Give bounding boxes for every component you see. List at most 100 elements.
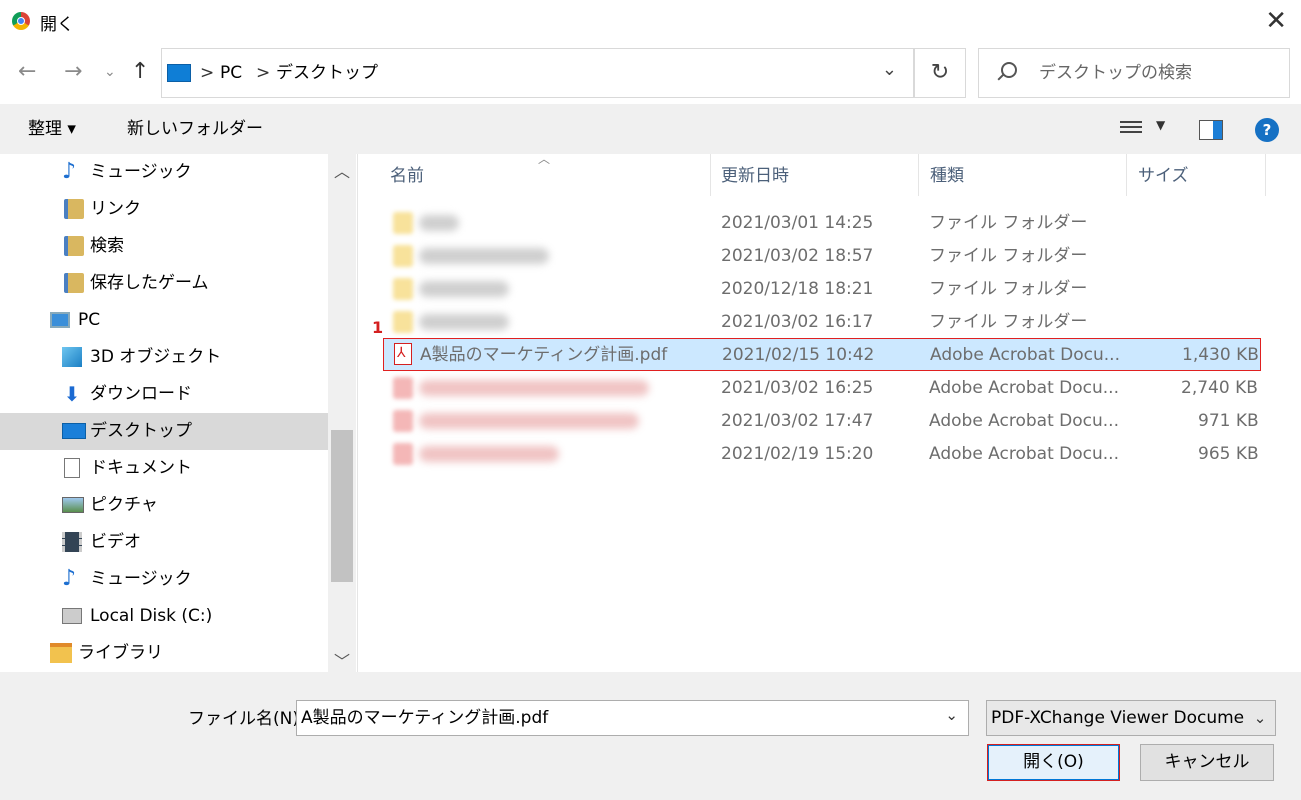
breadcrumb-desktop[interactable]: デスクトップ <box>276 61 378 85</box>
table-row[interactable]: 2021/03/01 14:25 ファイル フォルダー <box>383 207 1261 240</box>
row-type: Adobe Acrobat Docu... <box>929 378 1119 398</box>
caret-down-icon[interactable]: ▼ <box>1156 118 1165 132</box>
forward-arrow-icon[interactable]: → <box>64 58 82 86</box>
music-icon: ♪ <box>62 566 77 591</box>
recent-locations-chevron-icon[interactable]: ⌄ <box>104 58 116 86</box>
blurred-name <box>419 413 639 429</box>
sidebar-item-saved-games[interactable]: 保存したゲーム <box>0 265 328 302</box>
sidebar-scrollbar[interactable]: ︿ ﹀ <box>328 154 356 672</box>
table-row-selected[interactable]: A製品のマーケティング計画.pdf 2021/02/15 10:42 Adobe… <box>383 338 1261 371</box>
row-date: 2021/02/15 10:42 <box>722 345 875 365</box>
row-type: Adobe Acrobat Docu... <box>929 444 1119 464</box>
step-marker: 1 <box>372 318 384 337</box>
back-arrow-icon[interactable]: ← <box>18 58 36 86</box>
sidebar-item-label: PC <box>78 310 101 330</box>
row-type: ファイル フォルダー <box>929 279 1088 299</box>
sidebar-item-music-2[interactable]: ♪ ミュージック <box>0 561 328 598</box>
sidebar-item-search[interactable]: 検索 <box>0 228 328 265</box>
chevron-down-icon[interactable]: ⌄ <box>882 59 897 80</box>
filetype-select[interactable]: PDF-XChange Viewer Documen ⌄ <box>986 700 1276 736</box>
open-button[interactable]: 開く(O) <box>987 744 1120 781</box>
scrollbar-thumb[interactable] <box>331 430 353 582</box>
column-header-date[interactable]: 更新日時 <box>721 162 789 190</box>
music-icon: ♪ <box>62 159 77 184</box>
pdf-icon <box>394 343 412 365</box>
window-title: 開く <box>40 15 74 35</box>
row-size: 965 KB <box>1198 444 1259 464</box>
sidebar-item-documents[interactable]: ドキュメント <box>0 450 328 487</box>
sidebar-item-local-disk[interactable]: Local Disk (C:) <box>0 598 328 635</box>
chevron-down-icon[interactable]: ⌄ <box>1245 701 1275 735</box>
breadcrumb-pc[interactable]: PC <box>220 61 242 85</box>
blurred-name <box>419 446 559 462</box>
sidebar-item-3d-objects[interactable]: 3D オブジェクト <box>0 339 328 376</box>
address-bar[interactable]: > PC > デスクトップ ⌄ <box>161 48 914 98</box>
sidebar-item-music[interactable]: ♪ ミュージック <box>0 154 328 191</box>
filename-input[interactable]: A製品のマーケティング計画.pdf ⌄ <box>296 700 969 736</box>
folder-icon <box>393 311 413 333</box>
organize-button[interactable]: 整理 ▾ <box>28 117 76 141</box>
up-arrow-icon[interactable]: ↑ <box>131 58 149 86</box>
row-date: 2021/03/02 18:57 <box>721 246 874 266</box>
column-header-type[interactable]: 種類 <box>930 162 964 190</box>
view-options-icon[interactable] <box>1120 118 1144 140</box>
row-size: 2,740 KB <box>1181 378 1258 398</box>
row-date: 2021/03/02 16:25 <box>721 378 874 398</box>
sidebar-item-label: 検索 <box>90 236 124 256</box>
sidebar-item-pc[interactable]: PC <box>0 302 328 339</box>
breadcrumb-separator: > <box>200 63 215 83</box>
search-input[interactable]: デスクトップの検索 <box>978 48 1290 98</box>
column-header-name[interactable]: 名前 <box>390 162 424 190</box>
documents-icon <box>64 458 80 478</box>
sidebar-item-label: ミュージック <box>90 162 192 182</box>
sidebar-item-label: 保存したゲーム <box>90 273 209 293</box>
column-divider[interactable] <box>918 154 919 196</box>
row-size: 971 KB <box>1198 411 1259 431</box>
table-row[interactable]: 2021/02/19 15:20 Adobe Acrobat Docu... 9… <box>383 438 1261 471</box>
sidebar-item-label: リンク <box>90 199 141 219</box>
table-row[interactable]: 2021/03/02 17:47 Adobe Acrobat Docu... 9… <box>383 405 1261 438</box>
row-name: A製品のマーケティング計画.pdf <box>420 345 668 365</box>
row-type: Adobe Acrobat Docu... <box>930 345 1120 365</box>
column-divider[interactable] <box>710 154 711 196</box>
sidebar-item-label: ピクチャ <box>90 495 158 515</box>
filename-label: ファイル名(N): <box>188 709 305 729</box>
sidebar-item-libraries[interactable]: ライブラリ <box>0 635 328 672</box>
column-header-size[interactable]: サイズ <box>1138 162 1189 190</box>
table-row[interactable]: 2021/03/02 16:17 ファイル フォルダー <box>383 306 1261 339</box>
row-date: 2021/02/19 15:20 <box>721 444 874 464</box>
sidebar-item-videos[interactable]: ビデオ <box>0 524 328 561</box>
blurred-name <box>419 281 509 297</box>
row-date: 2021/03/02 16:17 <box>721 312 874 332</box>
chevron-down-icon[interactable]: ⌄ <box>945 706 958 724</box>
blurred-name <box>419 215 459 231</box>
sidebar-item-label: ビデオ <box>90 532 141 552</box>
help-icon[interactable]: ? <box>1255 118 1279 142</box>
refresh-icon[interactable]: ↻ <box>914 48 966 98</box>
table-row[interactable]: 2021/03/02 18:57 ファイル フォルダー <box>383 240 1261 273</box>
sidebar-item-downloads[interactable]: ⬇ ダウンロード <box>0 376 328 413</box>
filename-value: A製品のマーケティング計画.pdf <box>301 708 549 728</box>
table-row[interactable]: 2020/12/18 18:21 ファイル フォルダー <box>383 273 1261 306</box>
sidebar-item-pictures[interactable]: ピクチャ <box>0 487 328 524</box>
column-divider[interactable] <box>1126 154 1127 196</box>
sidebar-item-label: ドキュメント <box>90 458 192 478</box>
row-type: ファイル フォルダー <box>929 213 1088 233</box>
3d-objects-icon <box>62 347 82 367</box>
cancel-button[interactable]: キャンセル <box>1140 744 1274 781</box>
close-icon[interactable]: ✕ <box>1265 6 1287 36</box>
title-bar: 開く ✕ <box>0 0 1301 42</box>
table-row[interactable]: 2021/03/02 16:25 Adobe Acrobat Docu... 2… <box>383 372 1261 405</box>
link-folder-icon <box>64 199 84 219</box>
scroll-down-icon[interactable]: ﹀ <box>328 648 356 672</box>
preview-pane-icon[interactable] <box>1199 120 1223 140</box>
column-divider[interactable] <box>1265 154 1266 196</box>
search-folder-icon <box>64 236 84 256</box>
sidebar-item-label: ライブラリ <box>78 643 163 663</box>
sidebar-item-desktop[interactable]: デスクトップ <box>0 413 328 450</box>
sidebar-item-links[interactable]: リンク <box>0 191 328 228</box>
row-type: ファイル フォルダー <box>929 312 1088 332</box>
new-folder-button[interactable]: 新しいフォルダー <box>127 117 263 141</box>
scroll-up-icon[interactable]: ︿ <box>328 158 356 182</box>
disk-icon <box>62 608 82 624</box>
